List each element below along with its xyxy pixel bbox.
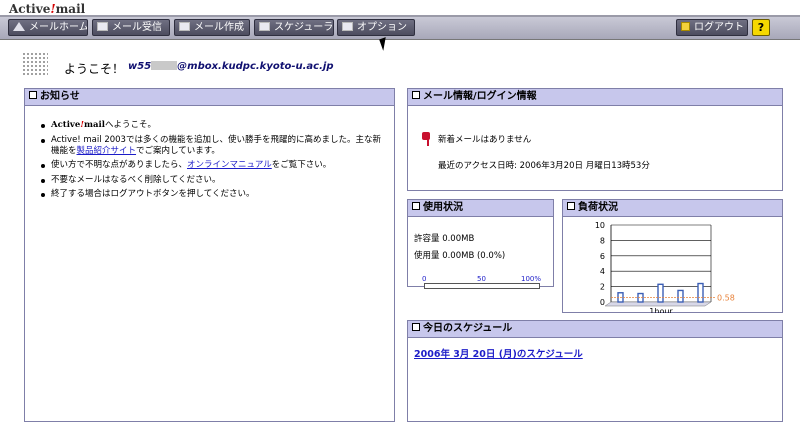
main-toolbar: メールホーム メール受信 メール作成 スケジューラ オプション ログアウト ? <box>0 17 800 40</box>
news-item: 終了する場合はログアウトボタンを押してください。 <box>41 189 386 200</box>
news-panel: お知らせ Active!mailへようこそ。 Active! mail 2003… <box>24 88 395 422</box>
news-item: 使い方で不明な点がありましたら、オンラインマニュアルをご覧下さい。 <box>41 160 386 171</box>
product-site-link[interactable]: 製品紹介サイト <box>77 146 137 156</box>
usage-scale-0: 0 <box>422 275 427 283</box>
scheduler-button[interactable]: スケジューラ <box>254 19 334 36</box>
square-bullet-icon <box>412 202 420 210</box>
news-title: お知らせ <box>40 91 80 102</box>
welcome-text: ようこそ！ <box>64 62 125 76</box>
square-bullet-icon <box>412 323 420 331</box>
options-button[interactable]: オプション <box>337 19 415 36</box>
news-item: Active!mailへようこそ。 <box>41 120 386 131</box>
compose-mail-button[interactable]: メール作成 <box>174 19 250 36</box>
options-label: オプション <box>357 22 407 33</box>
y-tick-label: 6 <box>600 252 605 261</box>
online-manual-link[interactable]: オンラインマニュアル <box>187 160 272 170</box>
load-bar <box>697 282 704 303</box>
scheduler-label: スケジューラ <box>274 22 334 33</box>
email-domain: @mbox.kudpc.kyoto-u.ac.jp <box>177 61 334 72</box>
dot-pattern-decoration <box>22 52 48 76</box>
load-header: 負荷状況 <box>563 200 782 217</box>
x-axis-label: 1hour <box>649 307 673 313</box>
mail-info-panel: メール情報/ログイン情報 新着メールはありません 最近のアクセス日時: 2006… <box>407 88 783 191</box>
used-text: 使用量 0.00MB (0.0%) <box>414 251 506 261</box>
square-bullet-icon <box>29 91 37 99</box>
mail-home-label: メールホーム <box>29 22 88 33</box>
news-panel-header: お知らせ <box>25 89 394 106</box>
square-bullet-icon <box>567 202 575 210</box>
y-tick-label: 4 <box>600 267 605 276</box>
logout-button[interactable]: ログアウト <box>676 19 748 36</box>
usage-title: 使用状況 <box>423 202 463 213</box>
load-panel: 負荷状況 10 8 6 4 2 0 0.58 1hour <box>562 199 783 313</box>
quota-text: 許容量 0.00MB <box>414 234 475 244</box>
envelope-icon <box>97 22 108 31</box>
receive-mail-label: メール受信 <box>112 22 162 33</box>
load-bar <box>677 289 684 303</box>
masked-email-part <box>151 61 178 70</box>
key-icon <box>681 22 690 31</box>
email-local-part: w55 <box>128 61 152 72</box>
schedule-panel: 今日のスケジュール 2006年 3月 20日 (月)のスケジュール <box>407 320 783 422</box>
receive-mail-button[interactable]: メール受信 <box>92 19 170 36</box>
usage-scale-100: 100% <box>521 275 542 283</box>
load-bar <box>657 283 664 303</box>
app-logo: Active!mail <box>9 2 86 16</box>
news-list: Active!mailへようこそ。 Active! mail 2003では多くの… <box>25 120 394 200</box>
usage-scale-50: 50 <box>477 275 486 283</box>
today-schedule-link[interactable]: 2006年 3月 20日 (月)のスケジュール <box>414 346 583 360</box>
y-tick-label: 8 <box>600 236 605 245</box>
y-tick-label: 0 <box>600 298 605 307</box>
options-icon <box>342 22 353 31</box>
usage-header: 使用状況 <box>408 200 553 217</box>
schedule-title: 今日のスケジュール <box>423 323 513 334</box>
home-icon <box>13 22 25 31</box>
compose-icon <box>179 22 190 31</box>
mail-home-button[interactable]: メールホーム <box>8 19 88 36</box>
calendar-icon <box>259 22 270 31</box>
square-bullet-icon <box>412 91 420 99</box>
mail-info-header: メール情報/ログイン情報 <box>408 89 782 106</box>
news-item: 不要なメールはなるべく削除してください。 <box>41 175 386 186</box>
compose-mail-label: メール作成 <box>194 22 244 33</box>
usage-panel: 使用状況 許容量 0.00MB 使用量 0.00MB (0.0%) 0 50 1… <box>407 199 554 289</box>
y-tick-label: 2 <box>600 283 605 292</box>
brand-name: Active!mail <box>51 120 105 130</box>
y-tick-label: 10 <box>595 221 605 230</box>
news-item: Active! mail 2003では多くの機能を追加し、使い勝手を飛躍的に高め… <box>41 135 386 157</box>
load-chart: 10 8 6 4 2 0 0.58 1hour <box>595 221 735 313</box>
flag-pole <box>427 138 429 146</box>
last-access-time: 最近のアクセス日時: 2006年3月20日 月曜日13時53分 <box>438 161 650 171</box>
load-title: 負荷状況 <box>578 202 618 213</box>
usage-bar <box>424 283 540 289</box>
new-mail-status: 新着メールはありません <box>438 135 532 145</box>
logout-label: ログアウト <box>694 22 744 33</box>
schedule-header: 今日のスケジュール <box>408 321 782 338</box>
user-email: w55 @mbox.kudpc.kyoto-u.ac.jp <box>128 61 333 72</box>
mail-info-title: メール情報/ログイン情報 <box>423 91 537 102</box>
threshold-label: 0.58 <box>717 294 735 303</box>
help-button[interactable]: ? <box>752 19 770 36</box>
